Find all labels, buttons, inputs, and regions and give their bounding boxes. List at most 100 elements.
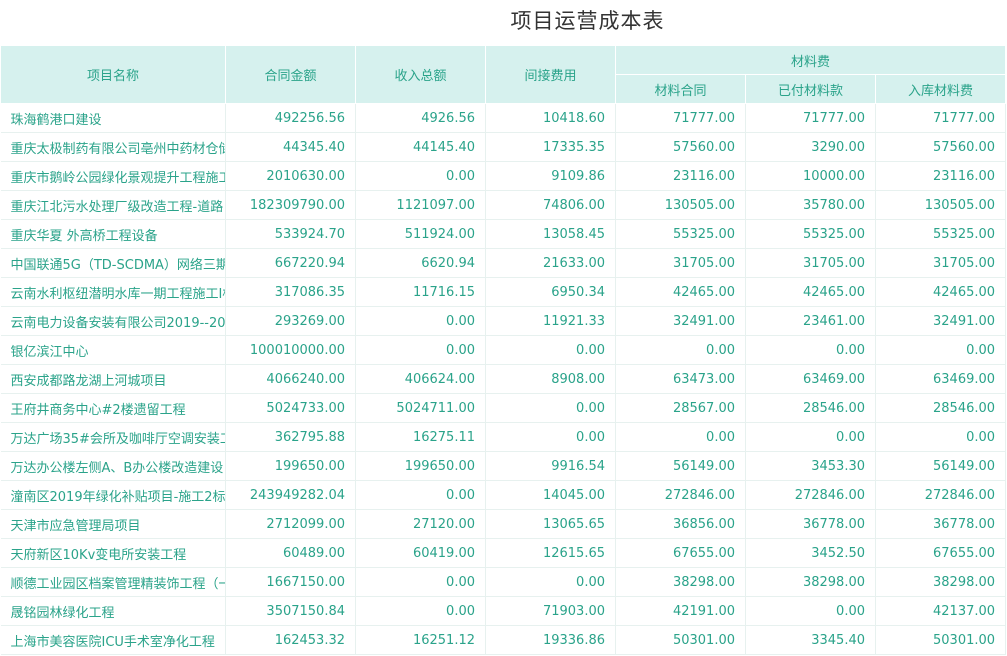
- cell-material-contract: 67655.00: [615, 538, 746, 568]
- cell-project-name: 珠海鹤港口建设: [0, 103, 226, 133]
- cell-material-contract: 32491.00: [615, 306, 746, 336]
- cell-project-name: 王府井商务中心#2楼遗留工程: [0, 393, 226, 423]
- cell-stock-material: 56149.00: [875, 451, 1007, 481]
- cell-contract-amount: 667220.94: [225, 248, 356, 278]
- table-row[interactable]: 天津市应急管理局项目 2712099.00 27120.00 13065.65 3685…: [0, 509, 1007, 539]
- cell-paid-material: 3290.00: [745, 132, 876, 162]
- table-row[interactable]: 重庆江北污水处理厂级改造工程-道路 182309790.00 1121097.00 7…: [0, 190, 1007, 220]
- table-row[interactable]: 云南电力设备安装有限公司2019--2020 293269.00 0.00 11921…: [0, 306, 1007, 336]
- cell-income-total: 511924.00: [355, 219, 486, 249]
- header-income-total[interactable]: 收入总额: [355, 45, 486, 104]
- table-row[interactable]: 中国联通5G（TD-SCDMA）网络三期 667220.94 6620.94 2163…: [0, 248, 1007, 278]
- cell-paid-material: 31705.00: [745, 248, 876, 278]
- cell-income-total: 1121097.00: [355, 190, 486, 220]
- cell-income-total: 0.00: [355, 480, 486, 510]
- cell-indirect-cost: 74806.00: [485, 190, 616, 220]
- table-row[interactable]: 潼南区2019年绿化补贴项目-施工2标段 243949282.04 0.00 1404…: [0, 480, 1007, 510]
- table-row[interactable]: 重庆市鹅岭公园绿化景观提升工程施工 2010630.00 0.00 9109.86 23…: [0, 161, 1007, 191]
- cell-paid-material: 35780.00: [745, 190, 876, 220]
- cell-contract-amount: 533924.70: [225, 219, 356, 249]
- cell-material-contract: 57560.00: [615, 132, 746, 162]
- table-row[interactable]: 顺德工业园区档案管理精装饰工程（一 1667150.00 0.00 0.00 38298…: [0, 567, 1007, 597]
- cell-income-total: 60419.00: [355, 538, 486, 568]
- cell-stock-material: 31705.00: [875, 248, 1007, 278]
- cell-project-name: 银亿滨江中心: [0, 335, 226, 365]
- cell-indirect-cost: 0.00: [485, 393, 616, 423]
- cell-paid-material: 38298.00: [745, 567, 876, 597]
- cell-income-total: 16275.11: [355, 422, 486, 452]
- cell-income-total: 4926.56: [355, 103, 486, 133]
- header-material-contract[interactable]: 材料合同: [615, 74, 746, 104]
- cell-material-contract: 56149.00: [615, 451, 746, 481]
- cell-indirect-cost: 0.00: [485, 335, 616, 365]
- cell-indirect-cost: 71903.00: [485, 596, 616, 626]
- cell-indirect-cost: 9109.86: [485, 161, 616, 191]
- table-row[interactable]: 银亿滨江中心 100010000.00 0.00 0.00 0.00 0.00 0.00: [0, 335, 1007, 365]
- cell-income-total: 406624.00: [355, 364, 486, 394]
- cell-project-name: 西安成都路龙湖上河城项目: [0, 364, 226, 394]
- cell-stock-material: 42137.00: [875, 596, 1007, 626]
- table-row[interactable]: 云南水利枢纽潜明水库一期工程施工I标 317086.35 11716.15 6950.…: [0, 277, 1007, 307]
- cell-material-contract: 50301.00: [615, 625, 746, 655]
- cell-income-total: 27120.00: [355, 509, 486, 539]
- table-row[interactable]: 重庆太极制药有限公司亳州中药材仓储 44345.40 44145.40 17335.3…: [0, 132, 1007, 162]
- table-body: 珠海鹤港口建设 492256.56 4926.56 10418.60 71777.00 7…: [0, 103, 1007, 655]
- table-row[interactable]: 重庆华夏 外高桥工程设备 533924.70 511924.00 13058.45 55…: [0, 219, 1007, 249]
- cell-stock-material: 28546.00: [875, 393, 1007, 423]
- cell-stock-material: 57560.00: [875, 132, 1007, 162]
- cell-project-name: 云南电力设备安装有限公司2019--2020: [0, 306, 226, 336]
- cell-project-name: 重庆江北污水处理厂级改造工程-道路: [0, 190, 226, 220]
- cell-paid-material: 36778.00: [745, 509, 876, 539]
- cell-material-contract: 71777.00: [615, 103, 746, 133]
- cell-material-contract: 38298.00: [615, 567, 746, 597]
- table-row[interactable]: 珠海鹤港口建设 492256.56 4926.56 10418.60 71777.00 7…: [0, 103, 1007, 133]
- cell-stock-material: 0.00: [875, 422, 1007, 452]
- cell-contract-amount: 162453.32: [225, 625, 356, 655]
- cell-indirect-cost: 6950.34: [485, 277, 616, 307]
- cell-income-total: 11716.15: [355, 277, 486, 307]
- cell-indirect-cost: 8908.00: [485, 364, 616, 394]
- cell-stock-material: 36778.00: [875, 509, 1007, 539]
- cell-paid-material: 3452.50: [745, 538, 876, 568]
- cell-contract-amount: 2010630.00: [225, 161, 356, 191]
- cell-income-total: 0.00: [355, 161, 486, 191]
- table-row[interactable]: 万达广场35#会所及咖啡厅空调安装工程 362795.88 16275.11 0.00…: [0, 422, 1007, 452]
- cell-project-name: 天津市应急管理局项目: [0, 509, 226, 539]
- cell-material-contract: 23116.00: [615, 161, 746, 191]
- table-row[interactable]: 万达办公楼左侧A、B办公楼改造建设 199650.00 199650.00 9916.…: [0, 451, 1007, 481]
- cell-stock-material: 32491.00: [875, 306, 1007, 336]
- cell-income-total: 0.00: [355, 596, 486, 626]
- header-paid-material[interactable]: 已付材料款: [745, 74, 876, 104]
- cell-paid-material: 0.00: [745, 596, 876, 626]
- table-row[interactable]: 上海市美容医院ICU手术室净化工程 162453.32 16251.12 19336.…: [0, 625, 1007, 655]
- cell-material-contract: 130505.00: [615, 190, 746, 220]
- cell-paid-material: 0.00: [745, 335, 876, 365]
- header-contract-amount[interactable]: 合同金额: [225, 45, 356, 104]
- cell-stock-material: 0.00: [875, 335, 1007, 365]
- table-row[interactable]: 王府井商务中心#2楼遗留工程 5024733.00 5024711.00 0.00 28…: [0, 393, 1007, 423]
- cell-project-name: 重庆太极制药有限公司亳州中药材仓储: [0, 132, 226, 162]
- table-row[interactable]: 天府新区10Kv变电所安装工程 60489.00 60419.00 12615.65 6…: [0, 538, 1007, 568]
- cell-paid-material: 0.00: [745, 422, 876, 452]
- cell-paid-material: 55325.00: [745, 219, 876, 249]
- cell-income-total: 0.00: [355, 567, 486, 597]
- cell-contract-amount: 317086.35: [225, 277, 356, 307]
- cell-contract-amount: 4066240.00: [225, 364, 356, 394]
- table-row[interactable]: 晟铭园林绿化工程 3507150.84 0.00 71903.00 42191.00 0.…: [0, 596, 1007, 626]
- cell-stock-material: 67655.00: [875, 538, 1007, 568]
- header-indirect-cost[interactable]: 间接费用: [485, 45, 616, 104]
- cell-income-total: 5024711.00: [355, 393, 486, 423]
- header-project-name[interactable]: 项目名称: [0, 45, 226, 104]
- cell-income-total: 0.00: [355, 306, 486, 336]
- cell-paid-material: 28546.00: [745, 393, 876, 423]
- cell-paid-material: 272846.00: [745, 480, 876, 510]
- cell-material-contract: 36856.00: [615, 509, 746, 539]
- cell-indirect-cost: 21633.00: [485, 248, 616, 278]
- cell-contract-amount: 1667150.00: [225, 567, 356, 597]
- cell-contract-amount: 2712099.00: [225, 509, 356, 539]
- header-stock-material[interactable]: 入库材料费: [874, 74, 1007, 104]
- cell-income-total: 44145.40: [355, 132, 486, 162]
- table-row[interactable]: 西安成都路龙湖上河城项目 4066240.00 406624.00 8908.00 63…: [0, 364, 1007, 394]
- cell-indirect-cost: 0.00: [485, 422, 616, 452]
- cell-project-name: 天府新区10Kv变电所安装工程: [0, 538, 226, 568]
